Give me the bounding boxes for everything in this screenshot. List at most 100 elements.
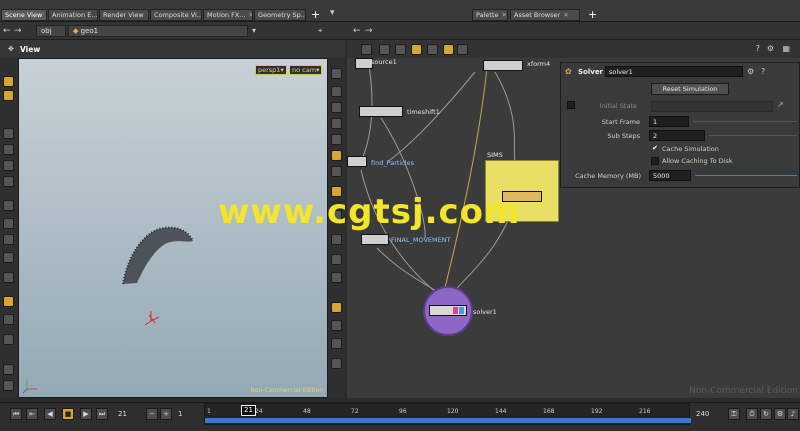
network-grid-icon[interactable]: [395, 44, 406, 55]
stop-icon[interactable]: ■: [62, 408, 74, 420]
link-display-icon[interactable]: [331, 338, 342, 349]
sub-steps-slider[interactable]: [709, 135, 797, 136]
light-tool-icon[interactable]: [3, 380, 14, 391]
current-frame-field[interactable]: 21: [118, 410, 127, 418]
frame-increment-button[interactable]: +: [160, 408, 172, 420]
back-arrow-icon[interactable]: ←: [3, 26, 11, 36]
node-solver1-ring[interactable]: [423, 286, 473, 336]
tab-menu-icon[interactable]: ▾: [330, 8, 335, 18]
snap-display-icon[interactable]: [331, 358, 342, 369]
network-tree-icon[interactable]: [379, 44, 390, 55]
add-tab-icon[interactable]: +: [311, 8, 320, 21]
network-image-icon[interactable]: [457, 44, 468, 55]
realtime-icon[interactable]: ⏱: [746, 408, 758, 420]
add-tab-icon-right[interactable]: +: [588, 8, 597, 21]
close-icon[interactable]: ✕: [563, 11, 568, 19]
path-obj[interactable]: obj: [36, 25, 66, 37]
gear-icon[interactable]: ⚙: [747, 67, 754, 76]
transform-tool-icon[interactable]: [3, 144, 14, 155]
select-mode-icon[interactable]: [3, 90, 14, 101]
network-list-icon[interactable]: [361, 44, 372, 55]
play-reverse-icon[interactable]: ◀: [44, 408, 56, 420]
frame-marker[interactable]: 21: [241, 405, 256, 416]
network-gear-icon[interactable]: ⚙: [767, 44, 774, 53]
jump-start-icon[interactable]: ⏮: [10, 408, 22, 420]
step-back-icon[interactable]: ⇤: [26, 408, 38, 420]
network-forward-icon[interactable]: →: [365, 26, 373, 36]
number-display-icon[interactable]: [331, 254, 342, 265]
normal-display-icon[interactable]: [331, 234, 342, 245]
light-display-icon[interactable]: [331, 150, 342, 161]
sphere-display-icon[interactable]: [331, 134, 342, 145]
close-icon[interactable]: ✕: [147, 11, 148, 19]
close-icon[interactable]: ✕: [249, 11, 253, 19]
render-region-icon[interactable]: [3, 314, 14, 325]
tab-motion-fx[interactable]: Motion FX...✕: [203, 9, 253, 21]
pose-tool-icon[interactable]: [3, 334, 14, 345]
settings-icon[interactable]: ⚙: [774, 408, 786, 420]
node-find-particles[interactable]: [347, 156, 367, 167]
start-frame-slider[interactable]: [693, 121, 797, 122]
lock-icon[interactable]: [331, 68, 342, 79]
view-tool-icon[interactable]: [3, 296, 14, 307]
reset-simulation-button[interactable]: Reset Simulation: [651, 83, 729, 95]
tab-composite-view[interactable]: Composite Vi...✕: [150, 9, 202, 21]
snap-grid-icon[interactable]: [3, 252, 14, 263]
wireframe-icon[interactable]: [331, 102, 342, 113]
handle-tool-icon[interactable]: [3, 200, 14, 211]
snap-tool-icon[interactable]: [3, 234, 14, 245]
select-tool-icon[interactable]: [3, 76, 14, 87]
tab-render-view[interactable]: Render View✕: [99, 9, 149, 21]
network-color-icon[interactable]: [411, 44, 422, 55]
tab-animation-editor[interactable]: Animation E...✕: [48, 9, 98, 21]
frame-decrement-button[interactable]: −: [146, 408, 158, 420]
initial-state-field[interactable]: [651, 101, 773, 112]
jump-end-icon[interactable]: ⏭: [96, 408, 108, 420]
tab-asset-browser[interactable]: Asset Browser ✕: [510, 9, 580, 21]
node-name-field[interactable]: solver1: [605, 66, 743, 77]
cache-simulation-checkbox[interactable]: ✔: [651, 145, 659, 153]
visibility-icon[interactable]: [331, 118, 342, 129]
loop-icon[interactable]: ↻: [760, 408, 772, 420]
cache-memory-field[interactable]: 5000: [649, 170, 691, 181]
scale-tool-icon[interactable]: [3, 176, 14, 187]
end-frame-range[interactable]: 240: [696, 410, 709, 418]
network-folder-icon[interactable]: [443, 44, 454, 55]
allow-caching-to-disk-checkbox[interactable]: [651, 157, 659, 165]
snap-point-icon[interactable]: [3, 272, 14, 283]
path-geo[interactable]: ◆ geo1: [68, 25, 248, 37]
camera-tool-icon[interactable]: [3, 364, 14, 375]
pin-icon[interactable]: ⌖: [318, 26, 323, 36]
initial-state-toggle[interactable]: [567, 101, 575, 109]
node-solver1[interactable]: [429, 305, 467, 316]
node-final-movement[interactable]: [361, 234, 389, 245]
play-forward-icon[interactable]: ▶: [80, 408, 92, 420]
network-sticky-icon[interactable]: [427, 44, 438, 55]
start-frame-range[interactable]: 1: [178, 410, 182, 418]
network-grid-toggle-icon[interactable]: ▦: [782, 44, 790, 53]
node-xform4[interactable]: [483, 60, 523, 71]
network-help-icon[interactable]: ?: [756, 44, 760, 53]
camera-display-icon[interactable]: [331, 166, 342, 177]
tab-scene-view[interactable]: Scene View: [1, 9, 47, 21]
node-chooser-icon[interactable]: ↗: [777, 100, 784, 109]
uv-display-icon[interactable]: [331, 272, 342, 283]
node-timeshift1[interactable]: [359, 106, 403, 117]
timeline-scrubber[interactable]: 1 24 48 72 96 120 144 168 192 216 21: [204, 403, 691, 425]
help-icon[interactable]: ?: [761, 67, 765, 76]
path-dropdown-icon[interactable]: ▾: [252, 26, 256, 35]
sub-steps-field[interactable]: 2: [649, 130, 705, 141]
close-icon[interactable]: ✕: [502, 11, 507, 19]
pointer-tool-icon[interactable]: [3, 128, 14, 139]
start-frame-field[interactable]: 1: [649, 116, 689, 127]
forward-arrow-icon[interactable]: →: [14, 26, 22, 36]
magnet-tool-icon[interactable]: [3, 218, 14, 229]
key-icon[interactable]: ⚿: [728, 408, 740, 420]
network-back-icon[interactable]: ←: [353, 26, 361, 36]
cache-memory-slider[interactable]: [695, 175, 797, 176]
ghost-display-icon[interactable]: [331, 302, 342, 313]
rotate-tool-icon[interactable]: [3, 160, 14, 171]
tab-palette[interactable]: Palette ✕: [472, 9, 508, 21]
tab-geometry-spreadsheet[interactable]: Geometry Sp...✕: [254, 9, 306, 21]
audio-icon[interactable]: ♪: [787, 408, 799, 420]
